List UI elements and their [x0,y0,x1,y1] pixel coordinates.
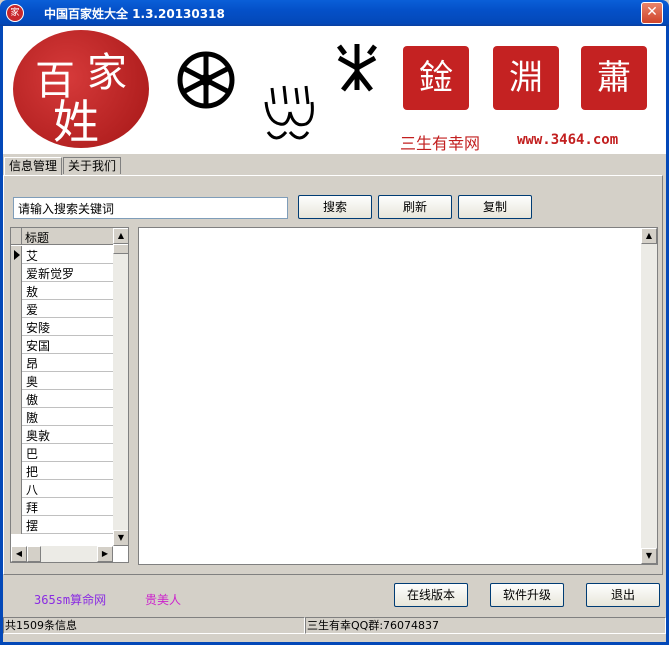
qq-group-info: 三生有幸QQ群:76074837 [305,617,666,634]
row-indicator [11,300,22,318]
row-indicator [11,480,22,498]
row-indicator [11,264,22,282]
table-row[interactable]: 傲 [11,390,113,408]
tab-info-management[interactable]: 信息管理 [4,157,63,175]
table-row[interactable]: 艾 [11,246,113,264]
scroll-thumb-horizontal[interactable] [27,546,41,562]
table-row[interactable]: 奥 [11,372,113,390]
link-guimeiren[interactable]: 贵美人 [145,591,181,608]
table-row[interactable]: 隞 [11,408,113,426]
surname-cell: 隞 [26,411,39,425]
surname-cell: 安国 [26,339,51,353]
record-count: 共1509条信息 [3,617,305,634]
row-indicator [11,282,22,300]
seal-stamp-icon: 鍂 [403,46,469,110]
status-bar: 共1509条信息 三生有幸QQ群:76074837 [3,617,666,634]
table-row[interactable]: 拜 [11,498,113,516]
table-row[interactable]: 安陵 [11,318,113,336]
table-row[interactable]: 安国 [11,336,113,354]
tab-strip: 信息管理 关于我们 [4,157,122,175]
grid-column-title[interactable]: 标题 [25,229,49,246]
banner-slogan: 三生有幸网 [400,134,481,153]
row-indicator [11,336,22,354]
row-indicator [11,516,22,534]
tab-about-us[interactable]: 关于我们 [63,157,122,174]
ancient-glyph-icon [264,85,314,140]
row-indicator [11,372,22,390]
surname-cell: 把 [26,465,39,479]
link-365sm[interactable]: 365sm算命网 [34,591,106,608]
row-pointer-icon [11,246,22,264]
table-row[interactable]: 把 [11,462,113,480]
exit-button[interactable]: 退出 [586,583,660,607]
scroll-thumb[interactable] [113,244,128,254]
table-row[interactable]: 奥敦 [11,426,113,444]
app-icon[interactable]: 家 [6,4,24,22]
surname-cell: 傲 [26,393,39,407]
grid-header: 标题 [11,228,113,245]
search-input[interactable] [13,197,288,219]
close-button[interactable]: ✕ [641,2,663,24]
grid-horizontal-scrollbar[interactable]: ◀ ▶ [11,546,113,562]
surname-cell: 敖 [26,285,39,299]
online-version-button[interactable]: 在线版本 [394,583,468,607]
detail-text-area[interactable]: ▲ ▼ [138,227,658,565]
software-upgrade-button[interactable]: 软件升级 [490,583,564,607]
row-indicator [11,408,22,426]
detail-vertical-scrollbar[interactable]: ▲ ▼ [641,228,657,564]
table-row[interactable]: 八 [11,480,113,498]
surname-cell: 八 [26,483,39,497]
scroll-right-icon[interactable]: ▶ [97,546,113,562]
table-row[interactable]: 敖 [11,282,113,300]
surname-cell: 爱 [26,303,39,317]
seal-stamp-icon: 淵 [493,46,559,110]
table-row[interactable]: 昂 [11,354,113,372]
table-row[interactable]: 摆 [11,516,113,534]
surname-cell: 摆 [26,519,39,533]
surname-cell: 巴 [26,447,39,461]
table-row[interactable]: 爱新觉罗 [11,264,113,282]
row-indicator [11,426,22,444]
surname-list-grid[interactable]: 标题 艾爱新觉罗敖爱安陵安国昂奥傲隞奥敦巴把八拜摆 ▲ ▼ ◀ ▶ [10,227,129,563]
banner: 百 家 姓 鍂 淵 蕭 三生有幸网 www.3464.com [3,26,666,154]
scroll-down-icon[interactable]: ▼ [113,530,128,546]
surname-cell: 奥敦 [26,429,51,443]
figure-glyph-icon [337,44,377,92]
seal-stamp-icon: 蕭 [581,46,647,110]
row-indicator [11,498,22,516]
scroll-up-icon[interactable]: ▲ [113,228,128,244]
grid-rows: 艾爱新觉罗敖爱安陵安国昂奥傲隞奥敦巴把八拜摆 [11,246,113,534]
title-bar: 家 中国百家姓大全 1.3.20130318 ✕ [0,0,669,26]
row-indicator [11,444,22,462]
surname-cell: 昂 [26,357,39,371]
surname-cell: 拜 [26,501,39,515]
scroll-up-icon[interactable]: ▲ [641,228,657,244]
wheel-glyph-icon [177,51,235,109]
surname-seal-logo: 百 家 姓 [13,30,149,148]
row-indicator [11,390,22,408]
table-row[interactable]: 巴 [11,444,113,462]
table-row[interactable]: 爱 [11,300,113,318]
scroll-down-icon[interactable]: ▼ [641,548,657,564]
window-title: 中国百家姓大全 1.3.20130318 [44,7,225,21]
surname-cell: 安陵 [26,321,51,335]
copy-button[interactable]: 复制 [458,195,532,219]
row-indicator [11,462,22,480]
surname-cell: 爱新觉罗 [26,267,75,281]
row-indicator [11,318,22,336]
surname-cell: 艾 [26,249,39,263]
scroll-left-icon[interactable]: ◀ [11,546,27,562]
refresh-button[interactable]: 刷新 [378,195,452,219]
row-indicator [11,354,22,372]
search-button[interactable]: 搜索 [298,195,372,219]
banner-url[interactable]: www.3464.com [517,132,618,148]
surname-cell: 奥 [26,375,39,389]
grid-vertical-scrollbar[interactable]: ▲ ▼ [113,228,128,546]
